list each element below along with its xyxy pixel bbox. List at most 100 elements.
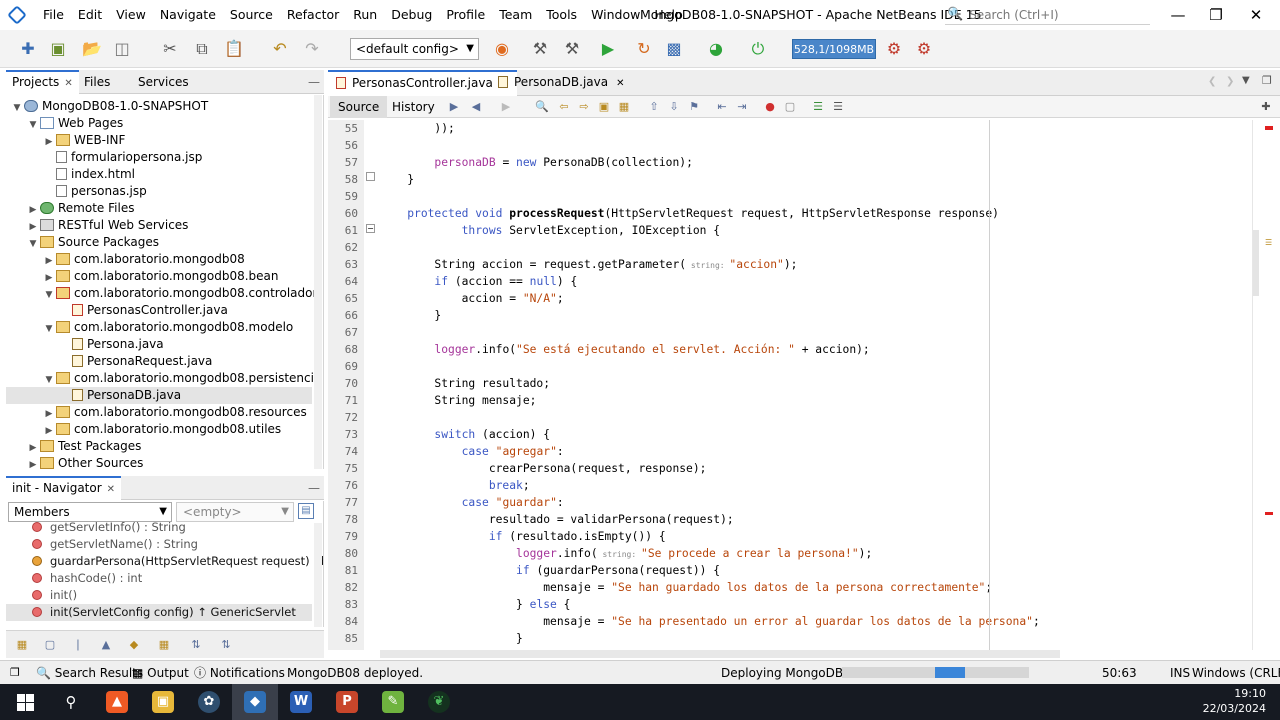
line-number[interactable]: 66	[328, 307, 358, 324]
chevron-down-icon[interactable]: ▼	[42, 321, 56, 338]
tree-item[interactable]: ▶ com.laboratorio.mongodb08	[42, 251, 245, 268]
taskbar-brave[interactable]: ▲	[94, 684, 140, 720]
previous-bookmark-icon[interactable]: ⇧	[646, 99, 662, 115]
scroll-tabs-right-icon[interactable]: ❯	[1226, 76, 1234, 87]
tree-item[interactable]: ▶ Test Packages	[26, 438, 142, 455]
menu-view[interactable]: View	[109, 0, 153, 30]
reload-icon[interactable]: ↻	[632, 37, 656, 61]
copy-icon[interactable]: ⧉	[190, 37, 214, 61]
show-inherited-icon[interactable]: ▦	[14, 637, 30, 653]
fold-collapse-icon[interactable]: −	[366, 224, 375, 233]
shift-left-icon[interactable]: ⇤	[714, 99, 730, 115]
output-window-icon[interactable]: ❐	[10, 661, 20, 685]
editor-hscroll[interactable]	[380, 650, 1060, 658]
menu-navigate[interactable]: Navigate	[153, 0, 223, 30]
browser-icon[interactable]: ◉	[490, 37, 514, 61]
tree-item-selected[interactable]: PersonaDB.java	[6, 387, 312, 404]
show-fields-icon[interactable]: ▢	[42, 637, 58, 653]
uncomment-icon[interactable]: ☰	[830, 99, 846, 115]
toggle-highlight-icon[interactable]: ▦	[616, 99, 632, 115]
line-number[interactable]: 84	[328, 613, 358, 630]
minimize-pane-icon[interactable]: —	[302, 70, 326, 94]
sort-by-source-icon[interactable]: ▦	[156, 637, 172, 653]
toggle-bookmark-icon[interactable]: ⚑	[686, 99, 702, 115]
list-item[interactable]: getServletInfo() : String	[6, 519, 186, 536]
power-icon[interactable]: ⏻	[746, 37, 770, 61]
close-window-button[interactable]: ✕	[1236, 0, 1276, 30]
gc-icon[interactable]: ⚙	[882, 37, 906, 61]
find-selection-icon[interactable]: ▣	[596, 99, 612, 115]
show-static-icon[interactable]: ❘	[70, 637, 86, 653]
split-editor-icon[interactable]: ✚	[1258, 99, 1274, 115]
list-item[interactable]: init()	[6, 587, 77, 604]
line-number[interactable]: 55	[328, 120, 358, 137]
line-number[interactable]: 83	[328, 596, 358, 613]
line-number[interactable]: 70	[328, 375, 358, 392]
line-number[interactable]: 67	[328, 324, 358, 341]
line-number[interactable]: 73	[328, 426, 358, 443]
line-number[interactable]: 74	[328, 443, 358, 460]
quick-search-input[interactable]: 🔍 Search (Ctrl+I)	[945, 5, 1150, 25]
taskbar-clock[interactable]: 19:10 22/03/2024	[1203, 686, 1266, 716]
line-number[interactable]: 65	[328, 290, 358, 307]
sort-by-name-icon[interactable]: ⇅	[188, 637, 204, 653]
insert-mode[interactable]: INS	[1170, 661, 1190, 685]
tab-source[interactable]: Source	[330, 96, 388, 118]
tree-item[interactable]: ▶ WEB-INF	[42, 132, 126, 149]
tab-files[interactable]: Files	[78, 70, 116, 94]
line-endings[interactable]: Windows (CRLF)	[1192, 661, 1280, 685]
scroll-tabs-left-icon[interactable]: ❮	[1208, 76, 1216, 87]
undo-icon[interactable]: ↶	[268, 37, 292, 61]
tree-item[interactable]: ▶ Other Sources	[26, 455, 143, 469]
chevron-down-icon[interactable]: ▼	[26, 236, 40, 253]
build-hammer-icon[interactable]: ⚒	[528, 37, 552, 61]
tab-persona-db[interactable]: PersonaDB.java ✕	[490, 70, 633, 96]
line-number[interactable]: 60	[328, 205, 358, 222]
find-previous-icon[interactable]: ⇦	[556, 99, 572, 115]
taskbar-mongodb[interactable]: ❦	[416, 684, 462, 720]
line-number[interactable]: 82	[328, 579, 358, 596]
editor-vscroll-thumb[interactable]	[1253, 230, 1259, 296]
start-button[interactable]	[2, 684, 48, 720]
menu-refactor[interactable]: Refactor	[280, 0, 346, 30]
paste-icon[interactable]: 📋	[222, 37, 246, 61]
forward-icon[interactable]: ▶	[498, 99, 514, 115]
tree-item[interactable]: ▼ Source Packages	[26, 234, 160, 253]
line-number[interactable]: 59	[328, 188, 358, 205]
line-number[interactable]: 76	[328, 477, 358, 494]
line-number[interactable]: 85	[328, 630, 358, 647]
tab-services[interactable]: Services	[132, 70, 195, 94]
line-number[interactable]: 58	[328, 171, 358, 188]
taskbar-app[interactable]: ✿	[186, 684, 232, 720]
close-icon[interactable]: ✕	[107, 484, 115, 495]
error-marker[interactable]	[1265, 512, 1273, 515]
start-macro-icon[interactable]: ●	[762, 99, 778, 115]
tree-item[interactable]: index.html	[42, 166, 135, 183]
tree-item[interactable]: ▶ com.laboratorio.mongodb08.utiles	[42, 421, 282, 438]
tree-item[interactable]: personas.jsp	[42, 183, 147, 200]
tree-item[interactable]: ▼ MongoDB08-1.0-SNAPSHOT	[10, 98, 209, 115]
new-project-icon[interactable]: ▣	[46, 37, 70, 61]
chevron-right-icon[interactable]: ▶	[26, 457, 40, 469]
memory-indicator[interactable]: 528,1/1098MB	[792, 39, 876, 59]
close-project-icon[interactable]: ◫	[110, 37, 134, 61]
navigator-scrollbar[interactable]	[314, 523, 322, 627]
list-item[interactable]: getServletName() : String	[6, 536, 198, 553]
find-icon[interactable]: 🔍	[534, 99, 550, 115]
taskbar-netbeans[interactable]: ◆	[232, 684, 278, 720]
warning-marker[interactable]: ☰	[1265, 238, 1273, 247]
back-icon[interactable]: ◀	[468, 99, 484, 115]
tree-item[interactable]: ▶ com.laboratorio.mongodb08.bean	[42, 268, 279, 285]
line-number[interactable]: 64	[328, 273, 358, 290]
open-project-icon[interactable]: 📂	[80, 37, 104, 61]
tree-item[interactable]: Persona.java	[58, 336, 164, 353]
menu-file[interactable]: File	[36, 0, 71, 30]
debug-icon[interactable]: ▩	[662, 37, 686, 61]
minimize-pane-icon[interactable]: —	[302, 476, 326, 500]
line-number[interactable]: 81	[328, 562, 358, 579]
show-inner-classes-icon[interactable]: ◆	[126, 637, 142, 653]
menu-edit[interactable]: Edit	[71, 0, 109, 30]
line-number[interactable]: 71	[328, 392, 358, 409]
taskbar-notepad[interactable]: ✎	[370, 684, 416, 720]
tab-projects[interactable]: Projects ✕	[6, 70, 79, 94]
